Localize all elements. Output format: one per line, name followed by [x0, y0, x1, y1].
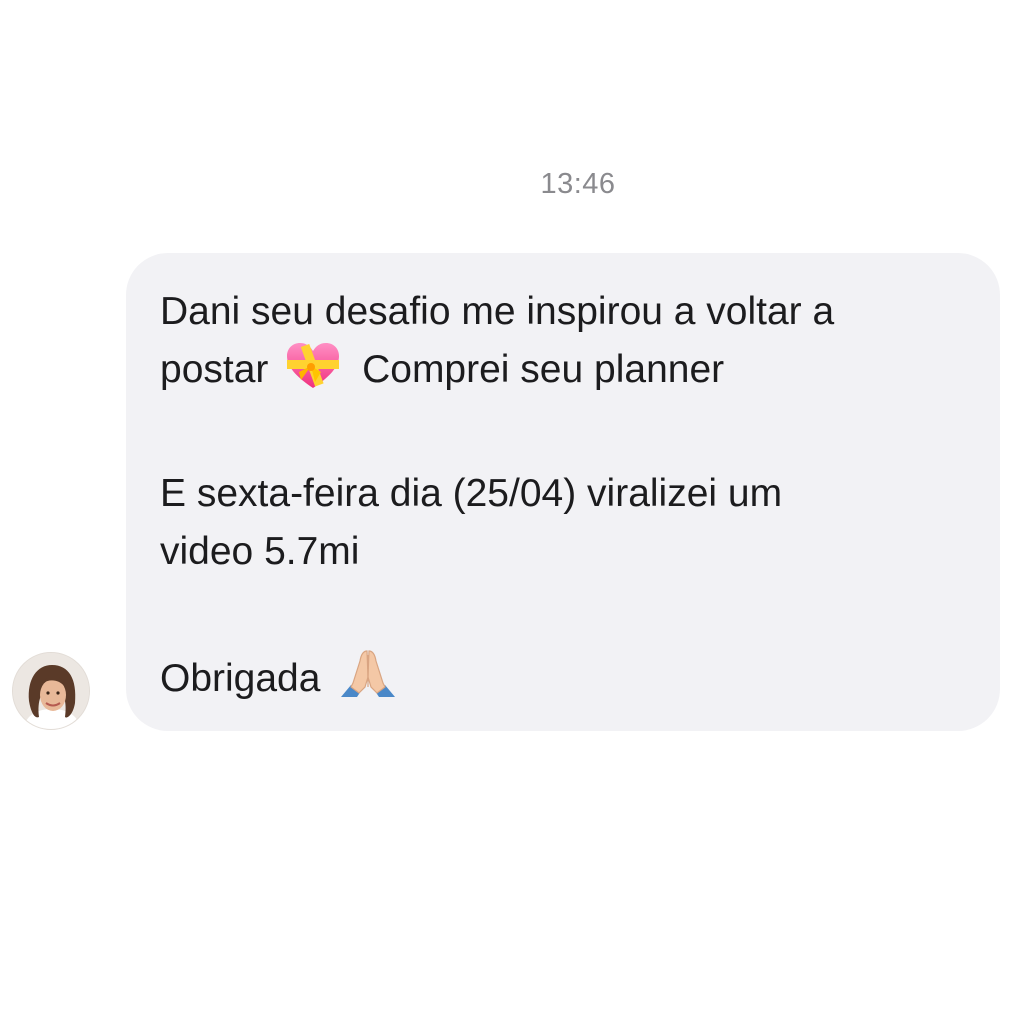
- message-line: E sexta-feira dia (25/04) viralizei um: [160, 472, 783, 515]
- avatar[interactable]: [12, 652, 90, 730]
- message-text: Comprei seu planner: [362, 348, 725, 391]
- heart-with-ribbon-icon: [285, 342, 341, 390]
- folded-hands-icon: [337, 647, 399, 699]
- message-timestamp: 13:46: [540, 168, 616, 200]
- message-text: postar: [160, 348, 269, 391]
- message-bubble[interactable]: Dani seu desafio me inspirou a voltar a …: [126, 253, 1000, 731]
- chat-screen: 13:46 Dani seu desafio me inspirou a vol…: [0, 0, 1024, 1024]
- message-line: video 5.7mi: [160, 530, 360, 573]
- message-line-with-emoji: postar Comprei seu planner: [160, 341, 966, 399]
- message-line: Dani seu desafio me inspirou a voltar a: [160, 290, 835, 333]
- message-text: Obrigada: [160, 657, 321, 700]
- message-line-with-emoji: Obrigada: [160, 647, 966, 708]
